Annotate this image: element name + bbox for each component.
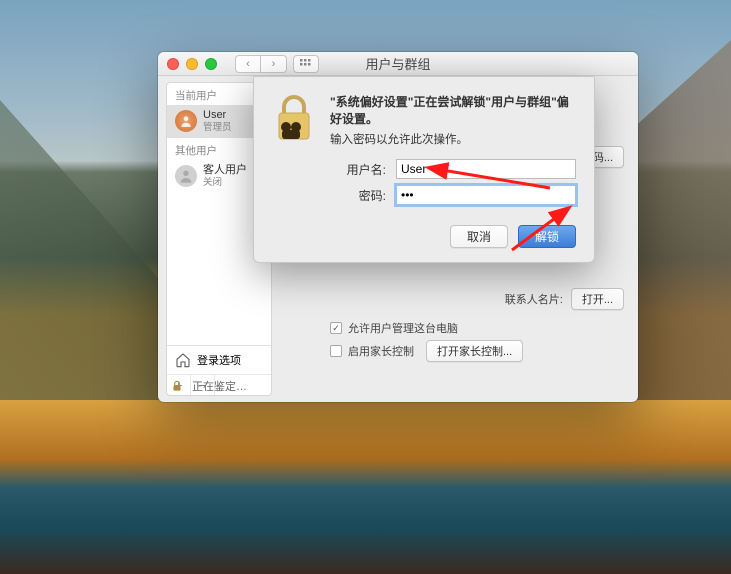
traffic-lights bbox=[167, 58, 217, 70]
auth-subtext: 输入密码以允许此次操作。 bbox=[330, 131, 576, 147]
window-title: 用户与群组 bbox=[158, 54, 638, 73]
auth-lock-graphic bbox=[272, 93, 316, 211]
parental-controls-label: 启用家长控制 bbox=[348, 343, 414, 359]
auth-sheet: "系统偏好设置"正在尝试解锁"用户与群组"偏好设置。 输入密码以允许此次操作。 … bbox=[253, 76, 595, 263]
sidebar-item-label: 客人用户 bbox=[203, 164, 247, 177]
parental-controls-checkbox[interactable] bbox=[330, 345, 342, 357]
lock-icon bbox=[272, 93, 316, 145]
zoom-window-button[interactable] bbox=[205, 58, 217, 70]
sidebar-item-role: 管理员 bbox=[203, 122, 232, 133]
grid-icon bbox=[300, 59, 312, 69]
open-parental-controls-button[interactable]: 打开家长控制... bbox=[426, 340, 523, 362]
contact-card-label: 联系人名片: bbox=[505, 291, 563, 307]
guest-avatar-icon bbox=[175, 165, 197, 187]
forward-button[interactable]: › bbox=[261, 55, 287, 73]
toolbar-nav: ‹ › bbox=[235, 55, 319, 73]
wallpaper-mountain bbox=[0, 100, 160, 400]
password-field[interactable] bbox=[396, 185, 576, 205]
auth-headline: "系统偏好设置"正在尝试解锁"用户与群组"偏好设置。 bbox=[330, 93, 576, 127]
close-window-button[interactable] bbox=[167, 58, 179, 70]
sidebar-item-label: User bbox=[203, 109, 232, 122]
desktop-wallpaper: ‹ › 用户与群组 当前用户 User 管理员 bbox=[0, 0, 731, 574]
open-contact-card-button[interactable]: 打开... bbox=[571, 288, 624, 310]
login-options-item[interactable]: 登录选项 bbox=[167, 346, 271, 374]
allow-admin-checkbox[interactable] bbox=[330, 322, 342, 334]
login-options-label: 登录选项 bbox=[197, 352, 241, 368]
person-icon bbox=[178, 168, 194, 184]
lock-status-row[interactable]: 正在鉴定… bbox=[170, 378, 247, 394]
unlock-button[interactable]: 解锁 bbox=[518, 225, 576, 248]
house-icon bbox=[175, 352, 191, 368]
person-icon bbox=[179, 114, 193, 128]
window-titlebar: ‹ › 用户与群组 bbox=[158, 52, 638, 76]
password-label: 密码: bbox=[330, 187, 396, 204]
sidebar-item-role: 关闭 bbox=[203, 177, 247, 188]
user-avatar-icon bbox=[175, 110, 197, 132]
lock-status-text: 正在鉴定… bbox=[192, 378, 247, 394]
show-all-button[interactable] bbox=[293, 55, 319, 73]
username-field[interactable] bbox=[396, 159, 576, 179]
back-button[interactable]: ‹ bbox=[235, 55, 261, 73]
lock-icon bbox=[170, 379, 184, 393]
username-label: 用户名: bbox=[330, 161, 396, 178]
allow-admin-label: 允许用户管理这台电脑 bbox=[348, 320, 458, 336]
minimize-window-button[interactable] bbox=[186, 58, 198, 70]
cancel-button[interactable]: 取消 bbox=[450, 225, 508, 248]
